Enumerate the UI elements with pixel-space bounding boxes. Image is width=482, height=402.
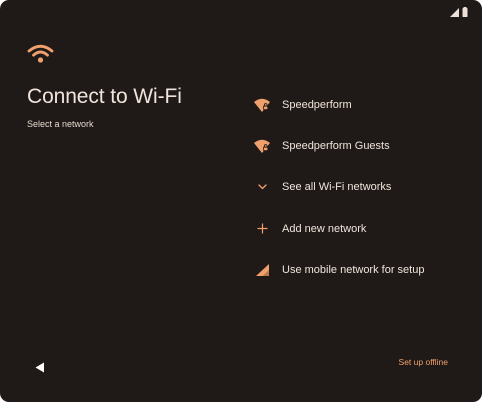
add-network-button[interactable]: Add new network <box>247 208 462 249</box>
page-title: Connect to Wi-Fi <box>27 85 182 108</box>
wifi-lock-icon <box>254 98 270 112</box>
network-list: Speedperform Speedperform Guests See all… <box>247 84 462 291</box>
plus-icon <box>257 223 267 234</box>
back-button[interactable] <box>30 358 50 376</box>
mobile-network-label: Use mobile network for setup <box>282 264 425 277</box>
battery-icon <box>462 7 468 17</box>
cellular-signal-icon <box>450 7 459 17</box>
see-all-networks-label: See all Wi-Fi networks <box>282 181 392 194</box>
header-pane: Connect to Wi-Fi Select a network <box>27 44 227 130</box>
wifi-lock-icon <box>254 139 270 154</box>
network-label: Speedperform Guests <box>282 140 390 153</box>
network-item-speedperform-guests[interactable]: Speedperform Guests <box>247 125 462 166</box>
see-all-networks-button[interactable]: See all Wi-Fi networks <box>247 167 462 208</box>
mobile-network-setup-button[interactable]: Use mobile network for setup <box>247 250 462 291</box>
wifi-icon <box>27 44 54 63</box>
setup-screen: Connect to Wi-Fi Select a network Speedp… <box>0 0 482 402</box>
add-network-label: Add new network <box>282 222 367 235</box>
status-bar <box>450 7 468 17</box>
chevron-down-icon <box>257 184 267 190</box>
network-label: Speedperform <box>282 98 352 111</box>
set-up-offline-button[interactable]: Set up offline <box>399 357 448 367</box>
page-subtitle: Select a network <box>27 119 94 129</box>
back-triangle-icon <box>35 362 44 372</box>
cellular-signal-icon <box>255 264 269 277</box>
network-item-speedperform[interactable]: Speedperform <box>247 84 462 125</box>
